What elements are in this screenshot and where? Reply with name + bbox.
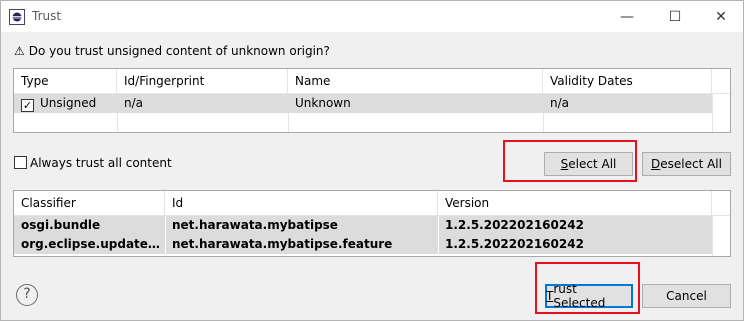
window-title: Trust <box>32 9 62 23</box>
always-trust-label: Always trust all content <box>30 156 172 170</box>
artifact-id: net.harawata.mybatipse <box>172 218 338 232</box>
column-header-name[interactable]: Name <box>288 69 543 94</box>
column-divider <box>543 113 544 132</box>
signer-row[interactable]: ✓ Unsigned n/a Unknown n/a <box>14 94 712 113</box>
column-header-version[interactable]: Version <box>438 191 712 216</box>
signer-type-cell: ✓ Unsigned <box>14 94 96 113</box>
artifact-row[interactable]: org.eclipse.update.feature net.harawata.… <box>14 235 712 254</box>
column-header-id[interactable]: Id <box>165 191 438 216</box>
signer-id: n/a <box>124 96 144 110</box>
artifact-id: net.harawata.mybatipse.feature <box>172 237 393 251</box>
always-trust-checkbox[interactable] <box>14 156 27 169</box>
signer-table[interactable]: Type Id/Fingerprint Name Validity Dates … <box>13 68 731 133</box>
column-divider <box>712 94 713 132</box>
artifact-table-header: Classifier Id Version <box>14 191 730 216</box>
artifact-row[interactable]: osgi.bundle net.harawata.mybatipse 1.2.5… <box>14 216 712 235</box>
always-trust-option[interactable]: Always trust all content <box>14 156 172 170</box>
deselect-all-mnemonic: D <box>651 157 661 171</box>
warning-icon: ⚠ <box>14 44 25 58</box>
question-text: Do you trust unsigned content of unknown… <box>28 44 330 58</box>
trust-selected-button[interactable]: Trust Selected <box>545 282 633 310</box>
deselect-all-button[interactable]: Deselect All <box>642 152 731 176</box>
minimize-icon: — <box>620 8 634 25</box>
maximize-button[interactable]: ☐ <box>652 1 698 32</box>
artifact-version: 1.2.5.202202160242 <box>445 218 584 232</box>
signer-checkbox[interactable]: ✓ <box>21 99 34 112</box>
help-icon[interactable]: ? <box>16 284 38 306</box>
trust-question: ⚠ Do you trust unsigned content of unknow… <box>14 44 330 58</box>
column-header-validity-dates[interactable]: Validity Dates <box>543 69 712 94</box>
trust-selected-mnemonic: T <box>546 289 554 303</box>
signer-name: Unknown <box>295 96 351 110</box>
signer-type: Unsigned <box>40 96 97 110</box>
close-button[interactable]: ✕ <box>698 1 744 32</box>
column-header-type[interactable]: Type <box>14 69 117 94</box>
title-bar: Trust — ☐ ✕ <box>1 1 743 32</box>
trust-selected-label: rust Selected <box>553 282 606 310</box>
column-divider <box>288 113 289 132</box>
signer-validity: n/a <box>550 96 570 110</box>
artifact-classifier: org.eclipse.update.feature <box>21 237 164 251</box>
minimize-button[interactable]: — <box>604 1 650 32</box>
signer-table-header: Type Id/Fingerprint Name Validity Dates <box>14 69 730 94</box>
column-header-classifier[interactable]: Classifier <box>14 191 165 216</box>
artifact-table[interactable]: Classifier Id Version osgi.bundle net.ha… <box>13 190 731 257</box>
signer-empty-row <box>14 113 712 132</box>
close-icon: ✕ <box>715 8 727 25</box>
deselect-all-label: eselect All <box>660 157 722 171</box>
artifact-version: 1.2.5.202202160242 <box>445 237 584 251</box>
select-all-label: elect All <box>568 157 617 171</box>
artifact-classifier: osgi.bundle <box>21 218 101 232</box>
column-divider <box>165 216 166 254</box>
column-divider <box>438 216 439 254</box>
column-header-id-fingerprint[interactable]: Id/Fingerprint <box>117 69 288 94</box>
select-all-mnemonic: S <box>560 157 569 171</box>
trust-dialog: Trust — ☐ ✕ ⚠ Do you trust unsigned conte… <box>0 0 744 321</box>
maximize-icon: ☐ <box>668 8 682 25</box>
column-divider <box>117 113 118 132</box>
column-divider <box>712 216 713 256</box>
select-all-button[interactable]: Select All <box>544 152 633 176</box>
eclipse-app-icon <box>9 9 25 25</box>
cancel-button[interactable]: Cancel <box>642 284 731 308</box>
